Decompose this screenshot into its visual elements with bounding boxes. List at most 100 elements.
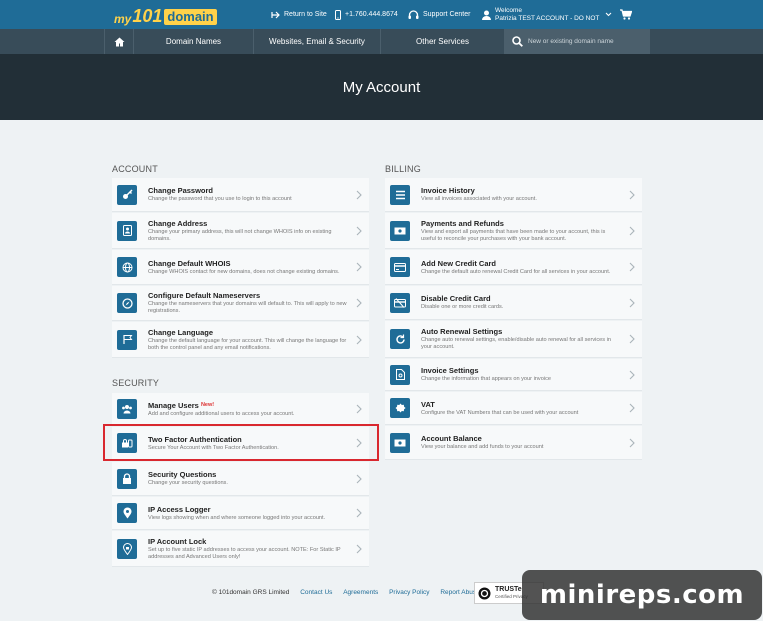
security-section-title: SECURITY: [112, 378, 160, 388]
card-title: VAT: [421, 399, 435, 409]
card-title: IP Access Logger: [148, 504, 211, 514]
chevron-right-icon: [356, 335, 362, 344]
card-title: Auto Renewal Settings: [421, 327, 503, 336]
home-icon: [114, 37, 124, 46]
site-logo[interactable]: my 101 domain: [114, 3, 217, 25]
chevron-right-icon: [629, 190, 635, 199]
card-title: Invoice History: [421, 186, 475, 195]
chevron-right-icon: [629, 262, 635, 272]
footer-link-contact-us[interactable]: Contact Us: [300, 589, 332, 596]
key-icon: [117, 184, 137, 205]
card-disable-credit-card[interactable]: Disable Credit Card Disable one or more c…: [385, 286, 642, 320]
phone-icon: [335, 9, 341, 20]
card-description: Change the nameservers that your domains…: [148, 301, 347, 314]
nav-other-services[interactable]: Other Services: [381, 29, 505, 54]
money-icon: [390, 220, 410, 241]
logo-domain: domain: [164, 9, 217, 25]
chevron-right-icon: [356, 544, 362, 553]
footer-link-agreements[interactable]: Agreements: [343, 589, 378, 596]
nav-domain-names[interactable]: Domain Names: [134, 29, 254, 54]
logo-my: my: [114, 12, 132, 26]
card-description: Change the password that you use to logi…: [148, 196, 292, 202]
page-title: My Account: [342, 78, 421, 96]
card-title: Disable Credit Card: [421, 294, 491, 303]
card-title: Account Balance: [421, 434, 482, 443]
ip-lock-icon: [117, 538, 137, 559]
phone-number: +1.760.444.8674: [345, 11, 398, 18]
logo-number: 101: [132, 6, 163, 26]
chevron-right-icon: [629, 438, 635, 447]
card-title: Configure Default Nameservers: [148, 291, 261, 300]
chevron-right-icon: [356, 298, 362, 308]
card-description: View all invoices associated with your a…: [421, 196, 537, 202]
card-change-address[interactable]: Change Address Change your primary addres…: [112, 213, 369, 249]
card-change-language[interactable]: Change Language Change the default langua…: [112, 322, 369, 358]
card-title: Change Password: [148, 186, 214, 195]
domain-search-input[interactable]: [528, 38, 648, 45]
chevron-down-icon: [606, 12, 612, 17]
card-description: View your balance and add funds to your …: [421, 444, 544, 450]
cart-icon[interactable]: [620, 9, 632, 20]
billing-section-title: BILLING: [385, 164, 421, 174]
card-payments-and-refunds[interactable]: Payments and Refunds View and export all …: [385, 213, 642, 249]
home-button[interactable]: [104, 29, 134, 54]
globe-icon: [117, 257, 137, 277]
card-invoice-history[interactable]: Invoice History View all invoices associa…: [385, 178, 642, 212]
chevron-right-icon: [629, 334, 635, 344]
flag-icon: [117, 329, 137, 350]
footer: © 101domain GRS Limited Contact Us Agree…: [212, 589, 480, 596]
card-description: Set up to five static IP addresses to ac…: [148, 546, 341, 560]
vat-badge-icon: [390, 398, 410, 418]
phone-link[interactable]: +1.760.444.8674: [335, 0, 398, 29]
card-title-text: Manage Users: [148, 400, 199, 410]
card-change-password[interactable]: Change Password Change the password that …: [112, 178, 369, 212]
search-icon[interactable]: [512, 36, 523, 47]
disable-card-icon: [390, 292, 410, 313]
card-account-balance[interactable]: Account Balance View your balance and add…: [385, 426, 642, 460]
card-description: View logs showing when and where someone…: [148, 514, 326, 521]
return-icon: [271, 11, 280, 18]
card-add-new-credit-card[interactable]: Add New Credit Card Change the default au…: [385, 250, 642, 285]
card-vat[interactable]: VAT Configure the VAT Numbers that can be…: [385, 392, 642, 425]
welcome-label: Welcome: [495, 6, 522, 14]
card-title: Payments and Refunds: [421, 218, 504, 228]
card-ip-access-logger[interactable]: IP Access Logger View logs showing when a…: [112, 497, 369, 530]
card-description: Disable one or more credit cards.: [421, 304, 504, 310]
card-change-default-whois[interactable]: Change Default WHOIS Change WHOIS contact…: [112, 250, 369, 285]
card-description: Change the default auto renewal Credit C…: [421, 268, 611, 275]
card-title: Invoice Settings: [421, 366, 479, 375]
card-configure-nameservers[interactable]: Configure Default Nameservers Change the …: [112, 286, 369, 321]
card-manage-users[interactable]: Manage Users New! Add and configure addit…: [112, 393, 369, 426]
card-title: Manage Users New!: [148, 401, 347, 410]
card-title: Security Questions: [148, 470, 217, 479]
card-security-questions[interactable]: Security Questions Change your security q…: [112, 462, 369, 496]
card-ip-account-lock[interactable]: IP Account Lock Set up to five static IP …: [112, 531, 369, 567]
top-bar: my 101 domain Return to Site +1.760.444.…: [0, 0, 763, 29]
nav-websites-email-security[interactable]: Websites, Email & Security: [254, 29, 381, 54]
truste-seal-icon: [478, 587, 491, 599]
chevron-right-icon: [629, 298, 635, 307]
watermark: minireps.com: [522, 570, 762, 620]
card-description: Configure the VAT Numbers that can be us…: [421, 409, 579, 416]
footer-link-privacy-policy[interactable]: Privacy Policy: [389, 589, 429, 596]
support-center-label: Support Center: [423, 11, 471, 18]
card-description: Change auto renewal settings, enable/dis…: [421, 337, 611, 350]
card-auto-renewal-settings[interactable]: Auto Renewal Settings Change auto renewal…: [385, 321, 642, 358]
return-to-site-label: Return to Site: [284, 11, 327, 18]
user-icon: [482, 10, 491, 20]
invoice-icon: [390, 364, 410, 385]
card-invoice-settings[interactable]: Invoice Settings Change the information t…: [385, 359, 642, 391]
account-menu[interactable]: Welcome Patrizia TEST ACCOUNT - DO NOT: [482, 0, 616, 29]
domain-search: [505, 29, 650, 54]
user-name: Patrizia TEST ACCOUNT - DO NOT: [495, 14, 600, 22]
support-center-link[interactable]: Support Center: [408, 0, 470, 29]
address-card-icon: [117, 220, 137, 241]
chevron-right-icon: [629, 226, 635, 235]
card-title: Change Address: [148, 218, 208, 228]
page-header: My Account: [0, 54, 763, 120]
chevron-right-icon: [356, 262, 362, 272]
card-title: Change Language: [148, 327, 214, 337]
return-to-site-link[interactable]: Return to Site: [271, 0, 327, 29]
card-description: Change WHOIS contact for new domains, do…: [148, 268, 340, 275]
account-section-title: ACCOUNT: [112, 164, 158, 174]
